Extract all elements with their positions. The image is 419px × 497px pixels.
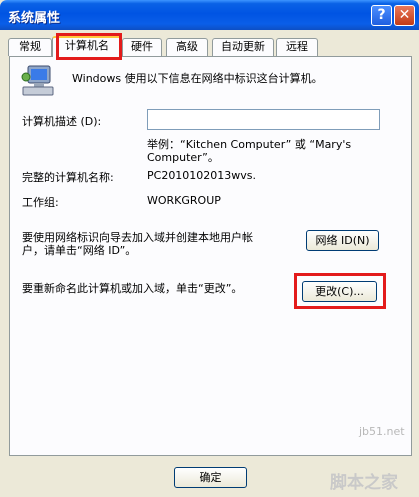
tab-label: 常规 (19, 40, 41, 53)
full-name-value: PC2010102013wvs. (147, 169, 257, 182)
watermark-brand: 脚本之家 (330, 473, 398, 493)
close-icon: ✕ (398, 7, 411, 23)
help-icon: ? (377, 7, 386, 23)
workgroup-value: WORKGROUP (147, 194, 221, 207)
close-button[interactable]: ✕ (394, 5, 415, 26)
tab-auto-update[interactable]: 自动更新 (212, 38, 274, 56)
network-id-text-line2: 户，请单击“网络 ID”。 (22, 244, 137, 257)
workgroup-label: 工作组: (22, 196, 59, 209)
ok-button[interactable]: 确定 (174, 467, 247, 488)
highlight-tab-computer-name (56, 33, 122, 60)
example-text-line2: Computer”。 (147, 151, 219, 164)
tab-label: 远程 (286, 40, 308, 53)
tab-advanced[interactable]: 高级 (166, 38, 208, 56)
tab-label: 硬件 (131, 40, 153, 53)
tab-remote[interactable]: 远程 (276, 38, 318, 56)
tab-general[interactable]: 常规 (8, 38, 52, 56)
full-name-label: 完整的计算机名称: (22, 171, 114, 184)
tab-label: 高级 (176, 40, 198, 53)
window-title: 系统属性 (8, 11, 61, 26)
network-id-button[interactable]: 网络 ID(N) (306, 230, 379, 251)
description-label: 计算机描述 (D): (22, 115, 102, 128)
computer-description-input[interactable] (147, 109, 380, 130)
highlight-change-button (294, 273, 386, 309)
watermark-url: jb51.net (359, 425, 405, 438)
intro-text: Windows 使用以下信息在网络中标识这台计算机。 (72, 72, 323, 85)
tab-label: 自动更新 (221, 40, 265, 53)
rename-text: 要重新命名此计算机或加入域，单击“更改”。 (22, 282, 243, 295)
help-button[interactable]: ? (371, 5, 392, 26)
computer-icon (21, 65, 54, 96)
tab-hardware[interactable]: 硬件 (122, 38, 162, 56)
title-bar[interactable]: 系统属性 ? ✕ (0, 0, 419, 30)
